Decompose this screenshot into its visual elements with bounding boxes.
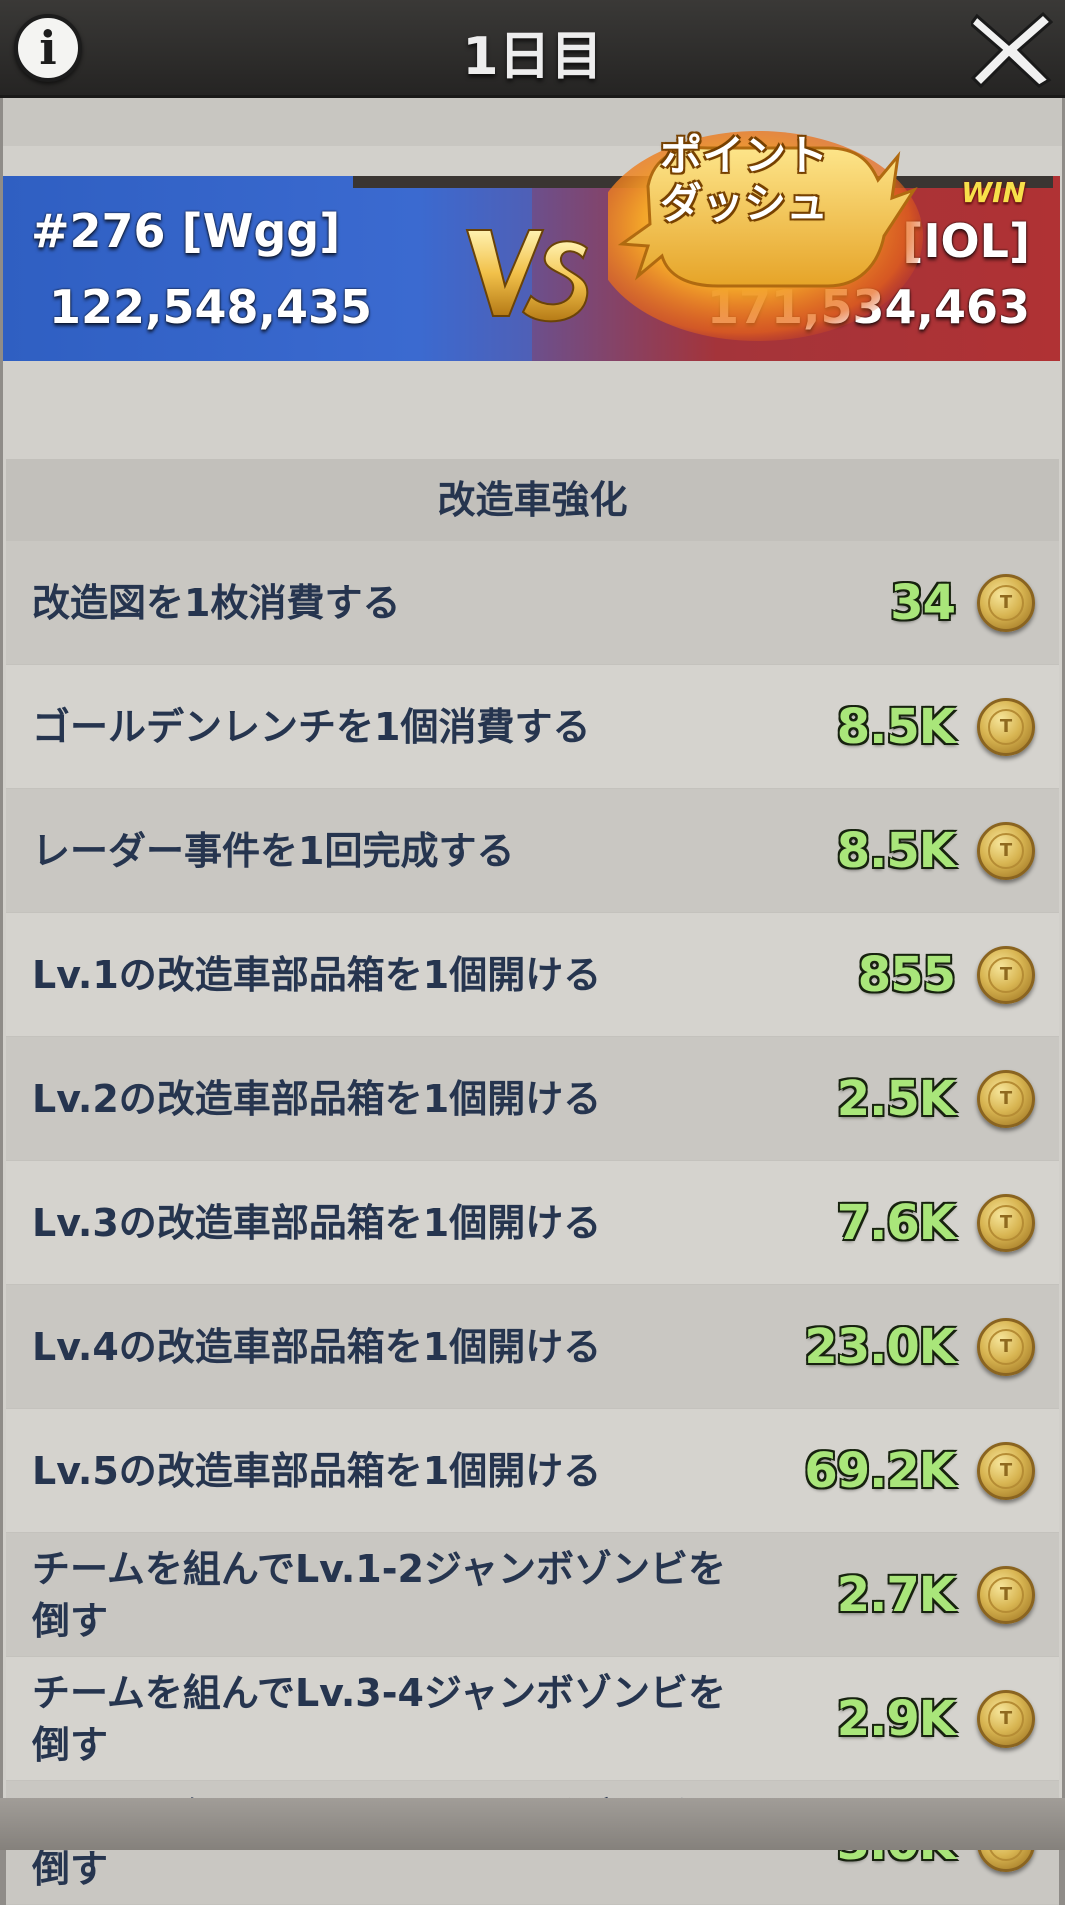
coin-emblem: T [988, 832, 1024, 869]
task-points: 855 [857, 946, 956, 1003]
task-points: 8.5K [836, 698, 956, 755]
task-points: 2.9K [836, 1690, 956, 1747]
coin-icon: T [977, 1441, 1035, 1500]
task-row: レーダー事件を1回完成する 8.5K T [6, 789, 1059, 913]
task-list: 改造図を1枚消費する 34 T ゴールデンレンチを1個消費する 8.5K T レ… [6, 541, 1059, 1905]
coin-icon: T [977, 945, 1035, 1004]
task-row: Lv.2の改造車部品箱を1個開ける 2.5K T [6, 1037, 1059, 1161]
task-points: 2.5K [836, 1070, 956, 1127]
task-points: 8.5K [836, 822, 956, 879]
task-row: Lv.5の改造車部品箱を1個開ける 69.2K T [6, 1409, 1059, 1533]
left-team-score: 122,548,435 [49, 280, 373, 334]
task-points: 23.0K [804, 1318, 956, 1375]
task-label: Lv.1の改造車部品箱を1個開ける [32, 952, 602, 997]
task-row: Lv.3の改造車部品箱を1個開ける 7.6K T [6, 1161, 1059, 1285]
left-team-name: #276 [Wgg] [31, 204, 341, 258]
task-label: Lv.2の改造車部品箱を1個開ける [32, 1076, 602, 1121]
coin-icon: T [977, 1565, 1035, 1624]
task-label: チームを組んでLv.3-4ジャンボゾンビを倒す [32, 1670, 727, 1767]
category-header: 改造車強化 [6, 459, 1059, 543]
task-points: 7.6K [836, 1194, 956, 1251]
task-label: 改造図を1枚消費する [32, 580, 401, 625]
close-icon[interactable] [971, 10, 1053, 88]
task-label: チームを組んでLv.1-2ジャンボゾンビを倒す [32, 1546, 727, 1643]
coin-icon: T [977, 1317, 1035, 1376]
coin-icon: T [977, 573, 1035, 632]
task-row: ゴールデンレンチを1個消費する 8.5K T [6, 665, 1059, 789]
task-label: ゴールデンレンチを1個消費する [32, 704, 591, 749]
task-row: 改造図を1枚消費する 34 T [6, 541, 1059, 665]
point-dash-label: ポイントダッシュ [659, 131, 828, 228]
coin-icon: T [977, 1193, 1035, 1252]
coin-emblem: T [988, 1080, 1024, 1117]
task-label: Lv.4の改造車部品箱を1個開ける [32, 1324, 602, 1369]
task-row: チームを組んでLv.1-2ジャンボゾンビを倒す 2.7K T [6, 1533, 1059, 1657]
task-label: Lv.5の改造車部品箱を1個開ける [32, 1448, 602, 1493]
bottom-background [0, 1798, 1065, 1850]
coin-emblem: T [988, 1700, 1024, 1737]
win-badge: WIN [961, 176, 1026, 209]
coin-icon: T [977, 821, 1035, 880]
vs-icon [465, 229, 589, 323]
task-row: Lv.1の改造車部品箱を1個開ける 855 T [6, 913, 1059, 1037]
task-points: 2.7K [836, 1566, 956, 1623]
task-points: 69.2K [804, 1442, 956, 1499]
task-label: Lv.3の改造車部品箱を1個開ける [32, 1200, 602, 1245]
coin-emblem: T [988, 1204, 1024, 1241]
event-panel: #276 [Wgg] 122,548,435 WIN [IOL] 171,534… [3, 98, 1062, 1905]
top-bar: i 1日目 [0, 0, 1065, 98]
coin-emblem: T [988, 584, 1024, 621]
coin-icon: T [977, 697, 1035, 756]
coin-icon: T [977, 1069, 1035, 1128]
coin-emblem: T [988, 956, 1024, 993]
task-row: Lv.4の改造車部品箱を1個開ける 23.0K T [6, 1285, 1059, 1409]
coin-emblem: T [988, 1452, 1024, 1489]
coin-emblem: T [988, 708, 1024, 745]
task-label: レーダー事件を1回完成する [32, 828, 515, 873]
page-title: 1日目 [462, 27, 603, 87]
coin-emblem: T [988, 1328, 1024, 1365]
task-points: 34 [890, 574, 956, 631]
coin-emblem: T [988, 1576, 1024, 1613]
coin-icon: T [977, 1689, 1035, 1748]
task-row: チームを組んでLv.3-4ジャンボゾンビを倒す 2.9K T [6, 1657, 1059, 1781]
